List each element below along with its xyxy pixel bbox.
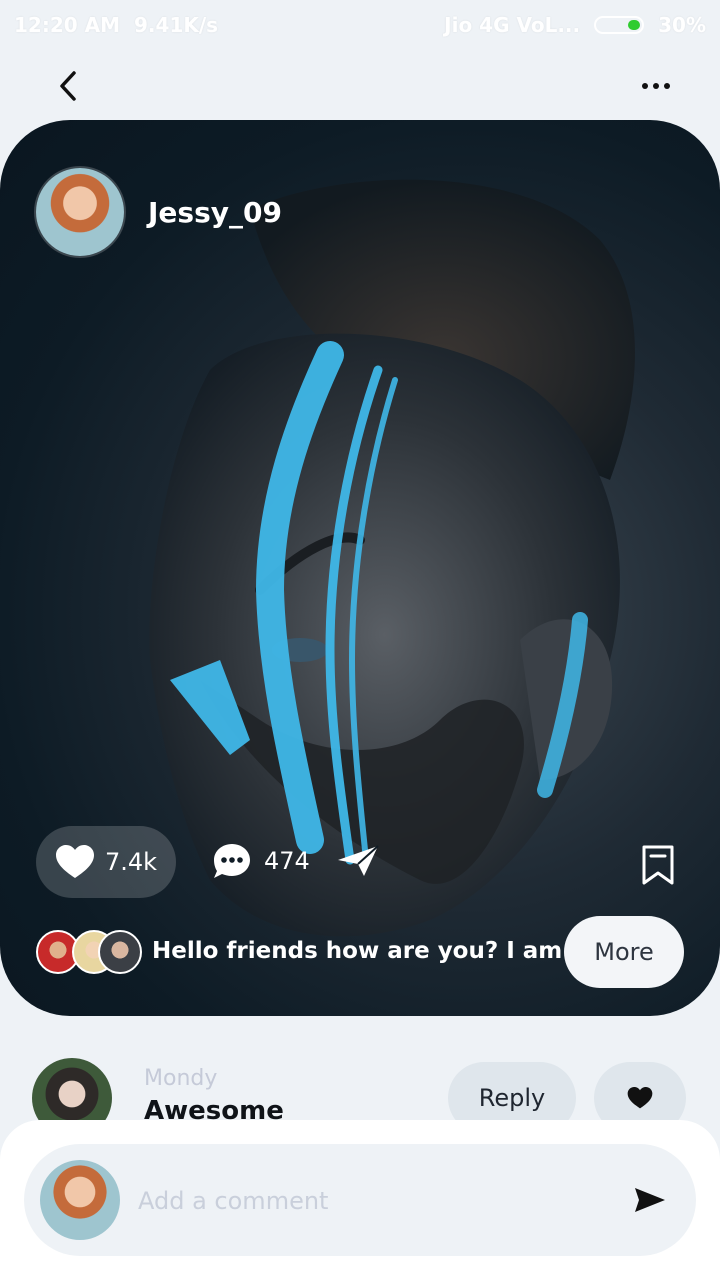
top-bar — [0, 56, 720, 112]
comment-count: 474 — [264, 847, 310, 875]
comment-composer — [0, 1120, 720, 1280]
send-comment-button[interactable] — [628, 1178, 672, 1222]
share-button[interactable] — [336, 844, 380, 882]
comment-button[interactable]: 474 — [212, 842, 310, 880]
heart-icon — [55, 845, 94, 878]
comment-input[interactable] — [136, 1178, 600, 1224]
my-avatar — [40, 1160, 120, 1240]
heart-icon — [627, 1086, 653, 1109]
liked-avatar-3 — [98, 930, 142, 974]
like-button[interactable]: 7.4k — [36, 826, 176, 898]
caption-row: Hello friends how are you? I am ... More — [36, 916, 686, 990]
battery-percent: 30% — [658, 13, 706, 37]
post-author[interactable]: Jessy_09 — [36, 168, 282, 256]
status-net-speed: 9.41K/s — [134, 13, 219, 37]
status-left: 12:20 AM 9.41K/s — [14, 13, 218, 37]
status-right: Jio 4G VoL... 30% — [444, 13, 706, 37]
status-time: 12:20 AM — [14, 13, 121, 37]
author-avatar[interactable] — [36, 168, 124, 256]
back-button[interactable] — [48, 66, 88, 106]
comment-icon — [214, 844, 250, 878]
bookmark-icon — [642, 845, 674, 885]
composer-bar — [24, 1144, 696, 1256]
carrier-label: Jio 4G VoL... — [444, 13, 581, 37]
send-icon — [635, 1188, 665, 1212]
bookmark-button[interactable] — [640, 844, 676, 890]
more-options-button[interactable] — [636, 66, 676, 106]
battery-icon — [594, 16, 645, 34]
post-caption: Hello friends how are you? I am ... — [152, 938, 597, 964]
like-count: 7.4k — [104, 848, 158, 876]
send-icon — [338, 845, 379, 876]
post-card: Jessy_09 7.4k 474 Hello friends how are … — [0, 120, 720, 1016]
back-icon — [60, 71, 76, 101]
status-bar: 12:20 AM 9.41K/s Jio 4G VoL... 30% — [0, 0, 720, 50]
author-name[interactable]: Jessy_09 — [148, 196, 282, 229]
more-button[interactable]: More — [564, 916, 684, 988]
liked-by-avatars[interactable] — [36, 930, 142, 978]
more-dots-icon — [642, 83, 670, 89]
post-actions: 7.4k 474 — [36, 826, 686, 898]
commenter-name[interactable]: Mondy — [144, 1066, 217, 1091]
